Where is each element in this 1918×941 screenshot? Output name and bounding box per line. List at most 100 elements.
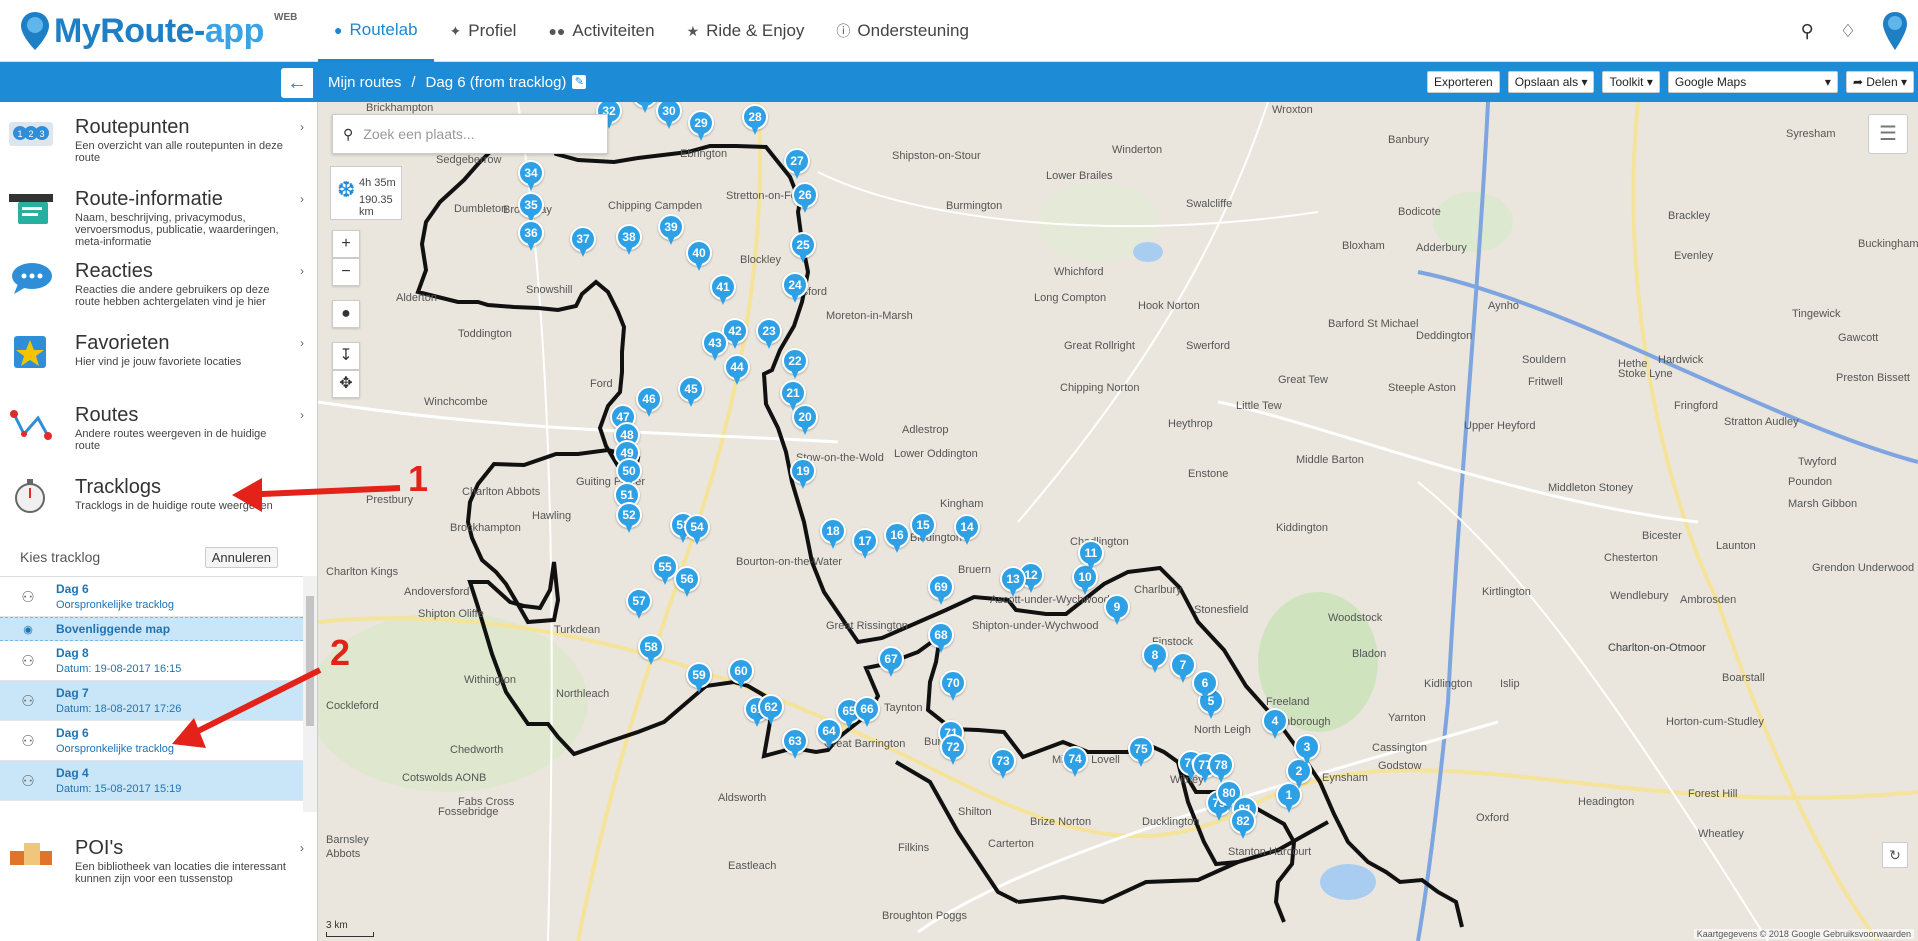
cancel-button[interactable]: Annuleren bbox=[204, 546, 278, 568]
route-waypoint-marker[interactable]: 38 bbox=[616, 224, 642, 256]
route-waypoint-marker[interactable]: 82 bbox=[1230, 808, 1256, 840]
route-waypoint-marker[interactable]: 21 bbox=[780, 380, 806, 412]
map-type-select[interactable]: Google Maps ▾ bbox=[1667, 71, 1838, 93]
pin-tip bbox=[687, 398, 695, 407]
save-as-button[interactable]: Opslaan als ▾ bbox=[1507, 71, 1595, 93]
route-waypoint-marker[interactable]: 44 bbox=[724, 354, 750, 386]
route-waypoint-marker[interactable]: 46 bbox=[636, 386, 662, 418]
pin-tool-button[interactable]: ● bbox=[332, 300, 360, 328]
tracklog-row[interactable]: ⚇ Dag 7 Datum: 18-08-2017 17:26 bbox=[0, 681, 303, 721]
route-waypoint-marker[interactable]: 15 bbox=[910, 512, 936, 544]
zoom-in-button[interactable]: + bbox=[332, 230, 360, 258]
route-waypoint-marker[interactable]: 72 bbox=[940, 734, 966, 766]
route-waypoint-marker[interactable]: 24 bbox=[782, 272, 808, 304]
route-waypoint-marker[interactable]: 13 bbox=[1000, 566, 1026, 598]
route-waypoint-marker[interactable]: 70 bbox=[940, 670, 966, 702]
route-waypoint-marker[interactable]: 62 bbox=[758, 694, 784, 726]
route-waypoint-marker[interactable]: 67 bbox=[878, 646, 904, 678]
map-place-label: Withington bbox=[464, 674, 516, 686]
nav-ride-enjoy[interactable]: ★ Ride & Enjoy bbox=[671, 0, 821, 62]
share-button[interactable]: ➦ Delen ▾ bbox=[1845, 71, 1914, 93]
search-icon[interactable]: ⚲ bbox=[1801, 21, 1814, 42]
sidebar-item-tracklogs[interactable]: Tracklogs Tracklogs in de huidige route … bbox=[0, 466, 317, 536]
route-waypoint-marker[interactable]: 26 bbox=[792, 182, 818, 214]
route-waypoint-marker[interactable]: 45 bbox=[678, 376, 704, 408]
collapse-sidebar-button[interactable]: ← bbox=[281, 68, 313, 98]
sidebar-item-reacties[interactable]: Reacties Reacties die andere gebruikers … bbox=[0, 250, 317, 320]
route-waypoint-marker[interactable]: 9 bbox=[1104, 594, 1130, 626]
download-tool-button[interactable]: ↧ bbox=[332, 342, 360, 370]
zoom-out-button[interactable]: − bbox=[332, 258, 360, 286]
map-place-label: Winchcombe bbox=[424, 396, 488, 408]
route-waypoint-marker[interactable]: 11 bbox=[1078, 540, 1104, 572]
tracklog-row[interactable]: ⚇ Dag 6 Oorspronkelijke tracklog bbox=[0, 721, 303, 761]
route-waypoint-marker[interactable]: 57 bbox=[626, 588, 652, 620]
route-waypoint-marker[interactable]: 54 bbox=[684, 514, 710, 546]
route-waypoint-marker[interactable]: 40 bbox=[686, 240, 712, 272]
layers-button[interactable]: ☰ bbox=[1868, 114, 1908, 154]
route-waypoint-marker[interactable]: 68 bbox=[928, 622, 954, 654]
tracklog-row[interactable]: ⚇ Dag 4 Datum: 15-08-2017 15:19 bbox=[0, 761, 303, 801]
route-waypoint-marker[interactable]: 63 bbox=[782, 728, 808, 760]
edit-icon[interactable]: ✎ bbox=[572, 75, 587, 89]
tracklog-row[interactable]: ⚇ Dag 8 Datum: 19-08-2017 16:15 bbox=[0, 641, 303, 681]
route-waypoint-marker[interactable]: 73 bbox=[990, 748, 1016, 780]
route-waypoint-marker[interactable]: 58 bbox=[638, 634, 664, 666]
route-waypoint-marker[interactable]: 34 bbox=[518, 160, 544, 192]
tracklog-row[interactable]: ⚇Dag 3 bbox=[0, 801, 303, 812]
route-waypoint-marker[interactable]: 3 bbox=[1294, 734, 1320, 766]
refresh-button[interactable]: ↻ bbox=[1882, 842, 1908, 868]
route-waypoint-marker[interactable]: 39 bbox=[658, 214, 684, 246]
sidebar-item-route-informatie[interactable]: Route-informatie Naam, beschrijving, pri… bbox=[0, 178, 317, 248]
bell-icon[interactable]: ♢ bbox=[1840, 21, 1856, 42]
toolkit-button[interactable]: Toolkit ▾ bbox=[1602, 71, 1660, 93]
user-avatar-icon[interactable] bbox=[1882, 11, 1908, 51]
export-button[interactable]: Exporteren bbox=[1427, 71, 1500, 93]
route-waypoint-marker[interactable]: 30 bbox=[656, 102, 682, 130]
sidebar-item-favorieten[interactable]: Favorieten Hier vind je jouw favoriete l… bbox=[0, 322, 317, 392]
route-waypoint-marker[interactable]: 17 bbox=[852, 528, 878, 560]
tracklog-scrollbar[interactable] bbox=[303, 576, 317, 812]
scrollbar-thumb[interactable] bbox=[306, 596, 314, 726]
nav-ondersteuning[interactable]: ⓘ Ondersteuning bbox=[820, 0, 985, 62]
breadcrumb-my-routes[interactable]: Mijn routes bbox=[328, 74, 401, 91]
route-waypoint-marker[interactable]: 4 bbox=[1262, 708, 1288, 740]
route-waypoint-marker[interactable]: 23 bbox=[756, 318, 782, 350]
tracklog-row[interactable]: ⚇ Dag 6 Oorspronkelijke tracklog bbox=[0, 577, 303, 617]
route-waypoint-marker[interactable]: 8 bbox=[1142, 642, 1168, 674]
route-waypoint-marker[interactable]: 52 bbox=[616, 502, 642, 534]
route-waypoint-marker[interactable]: 29 bbox=[688, 110, 714, 142]
nav-profiel[interactable]: ✦ Profiel bbox=[434, 0, 533, 62]
route-waypoint-marker[interactable]: 18 bbox=[820, 518, 846, 550]
route-waypoint-marker[interactable]: 75 bbox=[1128, 736, 1154, 768]
sidebar-item-pois[interactable]: POI's Een bibliotheek van locaties die i… bbox=[0, 827, 317, 897]
route-waypoint-marker[interactable]: 14 bbox=[954, 514, 980, 546]
route-map[interactable]: Brickhampton Sedgeberrow Dumbleton Alderton… bbox=[318, 102, 1918, 941]
nav-routelab[interactable]: ● Routelab bbox=[318, 0, 434, 62]
route-waypoint-marker[interactable]: 74 bbox=[1062, 746, 1088, 778]
route-waypoint-marker[interactable]: 36 bbox=[518, 220, 544, 252]
tracklog-row[interactable]: ◉ Bovenliggende map bbox=[0, 617, 303, 641]
route-waypoint-marker[interactable]: 41 bbox=[710, 274, 736, 306]
route-waypoint-marker[interactable]: 19 bbox=[790, 458, 816, 490]
route-waypoint-marker[interactable]: 69 bbox=[928, 574, 954, 606]
sidebar-item-routepunten[interactable]: 123 Routepunten Een overzicht van alle r… bbox=[0, 106, 317, 176]
place-search-input[interactable]: ⚲ Zoek een plaats... bbox=[332, 114, 608, 154]
myroute-logo[interactable]: MyRoute-app WEB bbox=[20, 8, 297, 54]
locate-tool-button[interactable]: ✥ bbox=[332, 370, 360, 398]
route-waypoint-marker[interactable]: 31 bbox=[632, 102, 658, 114]
route-waypoint-marker[interactable]: 28 bbox=[742, 104, 768, 136]
sidebar-item-routes[interactable]: Routes Andere routes weergeven in de hui… bbox=[0, 394, 317, 464]
nav-activiteiten[interactable]: ●● Activiteiten bbox=[532, 0, 670, 62]
route-waypoint-marker[interactable]: 56 bbox=[674, 566, 700, 598]
route-waypoint-marker[interactable]: 59 bbox=[686, 662, 712, 694]
map-copyright[interactable]: Kaartgegevens © 2018 Google Gebruiksvoor… bbox=[1693, 929, 1914, 939]
route-waypoint-marker[interactable]: 37 bbox=[570, 226, 596, 258]
route-waypoint-marker[interactable]: 60 bbox=[728, 658, 754, 690]
route-waypoint-marker[interactable]: 66 bbox=[854, 696, 880, 728]
route-waypoint-marker[interactable]: 16 bbox=[884, 522, 910, 554]
route-waypoint-marker[interactable]: 7 bbox=[1170, 652, 1196, 684]
route-waypoint-marker[interactable]: 27 bbox=[784, 148, 810, 180]
route-waypoint-marker[interactable]: 25 bbox=[790, 232, 816, 264]
route-waypoint-marker[interactable]: 22 bbox=[782, 348, 808, 380]
